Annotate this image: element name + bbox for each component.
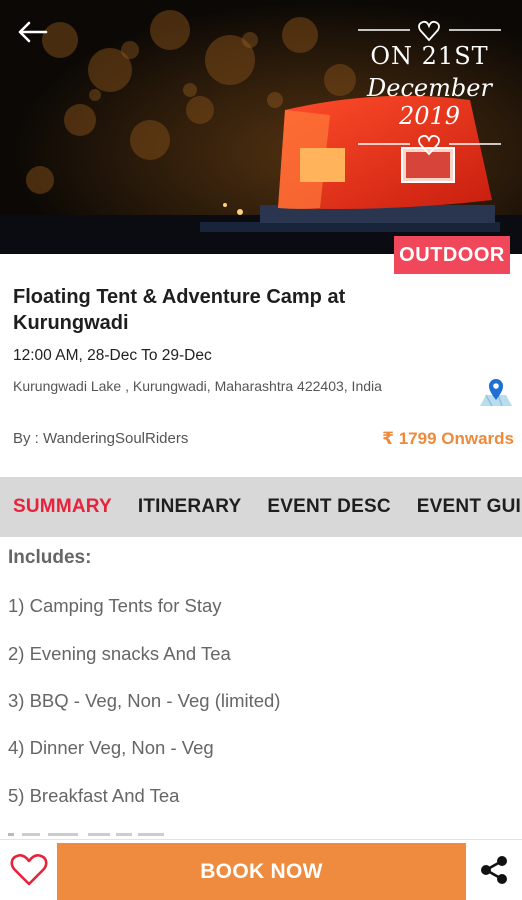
event-organizer[interactable]: By : WanderingSoulRiders: [13, 430, 188, 447]
list-item: 2) Evening snacks And Tea: [8, 643, 231, 664]
map-button[interactable]: [478, 378, 514, 408]
book-now-button[interactable]: BOOK NOW: [57, 843, 466, 900]
clipped-text-remnant: [8, 833, 164, 836]
hero-image: ON 21ST December 2019: [0, 0, 522, 254]
event-title: Floating Tent & Adventure Camp at Kurung…: [13, 286, 346, 334]
favorite-button[interactable]: [8, 850, 50, 890]
tab-itinerary[interactable]: ITINERARY: [125, 496, 255, 518]
list-item: 4) Dinner Veg, Non - Veg: [8, 737, 214, 758]
summary-content: Includes: 1) Camping Tents for Stay 2) E…: [0, 537, 522, 839]
event-info: Floating Tent & Adventure Camp at Kurung…: [0, 254, 522, 476]
heart-line-decor-icon: [358, 20, 501, 42]
back-button[interactable]: [12, 14, 52, 50]
event-address: Kurungwadi Lake , Kurungwadi, Maharashtr…: [13, 378, 382, 394]
share-icon: [481, 856, 507, 884]
map-pin-icon: [480, 379, 512, 407]
tab-summary[interactable]: SUMMARY: [0, 496, 125, 518]
event-datetime: 12:00 AM, 28-Dec To 29-Dec: [13, 347, 212, 364]
date-overlay: ON 21ST December 2019: [352, 8, 507, 162]
category-badge: OUTDOOR: [394, 236, 510, 274]
list-item: 5) Breakfast And Tea: [8, 785, 180, 806]
heart-icon: [10, 854, 48, 886]
tab-event-desc[interactable]: EVENT DESC: [254, 496, 403, 518]
date-overlay-line2: December 2019: [367, 74, 492, 130]
list-item: 3) BBQ - Veg, Non - Veg (limited): [8, 690, 281, 711]
tab-bar: SUMMARY ITINERARY EVENT DESC EVENT GUI: [0, 477, 522, 537]
list-item: 1) Camping Tents for Stay: [8, 595, 222, 616]
back-arrow-icon: [18, 21, 48, 43]
tab-event-guide[interactable]: EVENT GUI: [404, 496, 522, 518]
heart-line-decor-icon: [358, 134, 501, 156]
date-overlay-line1: ON 21ST: [370, 42, 489, 70]
includes-heading: Includes:: [8, 547, 92, 568]
event-price: ₹ 1799 Onwards: [382, 429, 514, 448]
share-button[interactable]: [476, 852, 512, 888]
bottom-action-bar: BOOK NOW: [0, 839, 522, 900]
